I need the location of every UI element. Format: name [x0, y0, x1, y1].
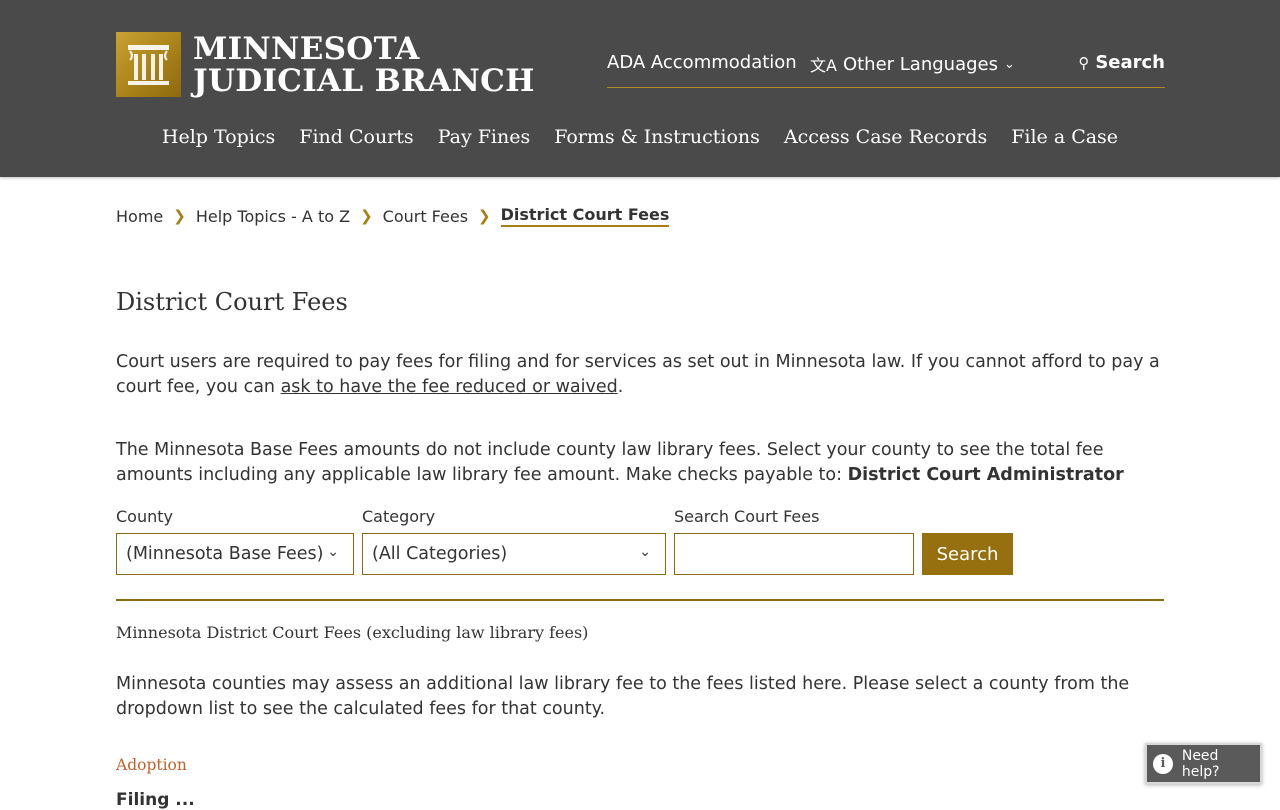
- search-court-fees-label: Search Court Fees: [674, 507, 820, 526]
- search-court-fees-input[interactable]: [674, 533, 914, 575]
- category-select[interactable]: (All Categories) ⌄: [362, 533, 666, 575]
- search-button[interactable]: Search: [922, 533, 1013, 575]
- nav-file-a-case[interactable]: File a Case: [999, 126, 1130, 148]
- logo-wordmark: MINNESOTA JUDICIAL BRANCH: [193, 33, 535, 97]
- breadcrumb: Home ❯ Help Topics - A to Z ❯ Court Fees…: [116, 205, 670, 227]
- section-paragraph: Minnesota counties may assess an additio…: [116, 674, 1130, 719]
- county-select[interactable]: (Minnesota Base Fees) ⌄: [116, 533, 354, 575]
- info-icon: i: [1153, 753, 1173, 774]
- chevron-down-icon: ⌄: [327, 544, 339, 560]
- need-help-label: Need help?: [1181, 747, 1220, 780]
- translate-icon: 文A: [810, 56, 837, 75]
- county-select-value: (Minnesota Base Fees): [126, 544, 324, 564]
- logo-line1: MINNESOTA: [193, 30, 420, 67]
- other-languages-dropdown[interactable]: 文A Other Languages ⌄: [810, 52, 1015, 76]
- chevron-down-icon: ⌄: [1004, 56, 1015, 72]
- breadcrumb-home[interactable]: Home: [116, 207, 163, 226]
- county-label: County: [116, 507, 173, 526]
- chevron-right-icon: ❯: [360, 207, 373, 225]
- courthouse-column-icon: [116, 32, 181, 97]
- search-icon: ⚲: [1078, 53, 1090, 72]
- main-navigation: Help Topics Find Courts Pay Fines Forms …: [0, 126, 1280, 148]
- breadcrumb-court-fees[interactable]: Court Fees: [383, 207, 468, 226]
- fee-waiver-link[interactable]: ask to have the fee reduced or waived: [281, 377, 618, 397]
- utility-bar: ADA Accommodation 文A Other Languages ⌄ ⚲…: [607, 52, 1165, 88]
- site-header: MINNESOTA JUDICIAL BRANCH ADA Accommodat…: [0, 0, 1280, 177]
- section-divider: [116, 599, 1164, 601]
- header-search-button[interactable]: ⚲ Search: [1078, 52, 1165, 73]
- nav-find-courts[interactable]: Find Courts: [287, 126, 425, 148]
- section-title: Minnesota District Court Fees (excluding…: [116, 623, 589, 642]
- nav-access-case-records[interactable]: Access Case Records: [772, 126, 999, 148]
- payable-to: District Court Administrator: [847, 464, 1124, 485]
- fee-item-partial: Filing ...: [116, 790, 195, 810]
- intro-text: Court users are required to pay fees for…: [116, 352, 1160, 397]
- breadcrumb-help-topics[interactable]: Help Topics - A to Z: [196, 207, 350, 226]
- category-label: Category: [362, 507, 436, 526]
- breadcrumb-current: District Court Fees: [500, 205, 670, 227]
- nav-forms-instructions[interactable]: Forms & Instructions: [542, 126, 772, 148]
- site-logo[interactable]: MINNESOTA JUDICIAL BRANCH: [116, 32, 535, 97]
- chevron-right-icon: ❯: [173, 207, 186, 225]
- logo-line2: JUDICIAL BRANCH: [193, 62, 535, 99]
- nav-pay-fines[interactable]: Pay Fines: [426, 126, 543, 148]
- other-languages-label: Other Languages: [842, 53, 998, 75]
- chevron-down-icon: ⌄: [639, 544, 651, 560]
- intro-end: .: [617, 376, 624, 397]
- chevron-right-icon: ❯: [478, 207, 491, 225]
- need-help-button[interactable]: i Need help?: [1145, 743, 1262, 784]
- header-search-label: Search: [1095, 52, 1165, 73]
- intro-paragraph: Court users are required to pay fees for…: [116, 350, 1176, 399]
- category-select-value: (All Categories): [372, 544, 508, 564]
- ada-accommodation-link[interactable]: ADA Accommodation: [607, 52, 797, 73]
- category-heading-adoption: Adoption: [116, 756, 187, 774]
- base-fees-paragraph: The Minnesota Base Fees amounts do not i…: [116, 438, 1176, 487]
- nav-help-topics[interactable]: Help Topics: [150, 126, 287, 148]
- page-title: District Court Fees: [116, 288, 348, 316]
